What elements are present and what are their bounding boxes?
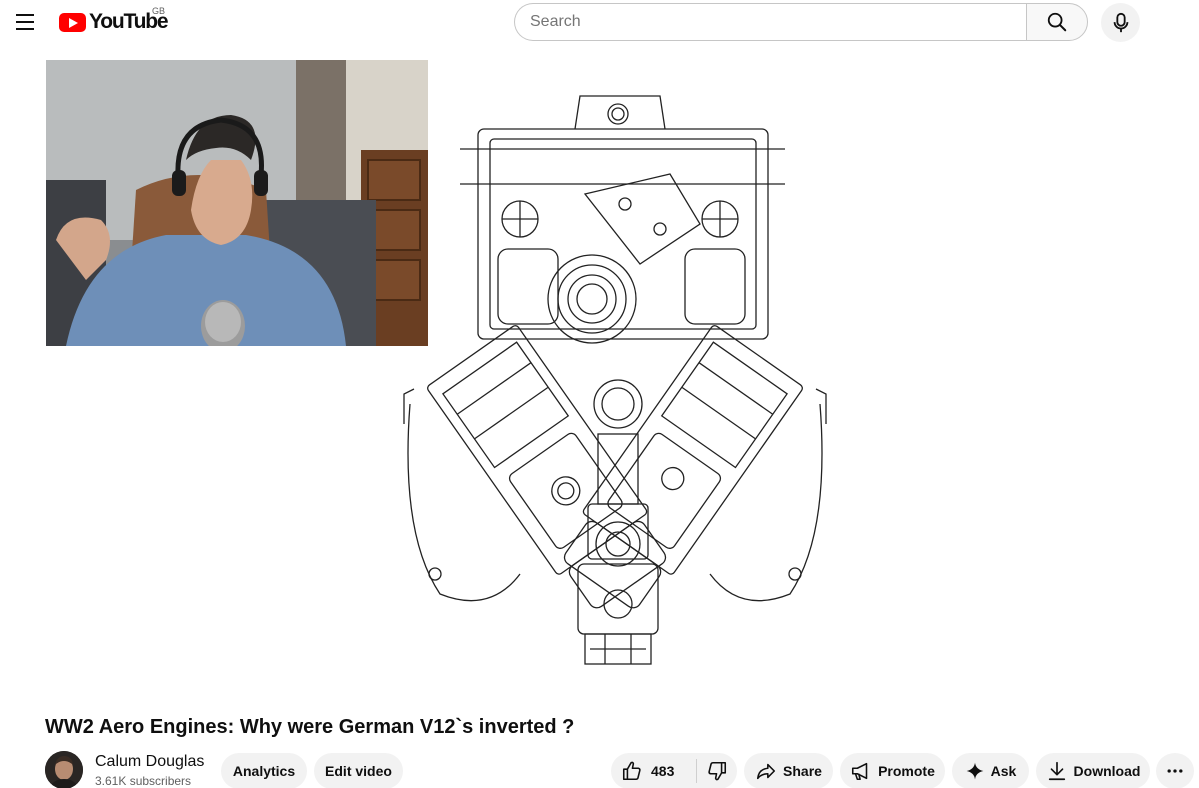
like-dislike-group: 483 xyxy=(611,753,737,788)
share-button[interactable]: Share xyxy=(744,753,833,788)
more-actions-button[interactable] xyxy=(1156,753,1194,788)
channel-name[interactable]: Calum Douglas xyxy=(95,753,204,771)
video-title: WW2 Aero Engines: Why were German V12`s … xyxy=(45,716,575,738)
analytics-label: Analytics xyxy=(232,763,296,779)
share-arrow-icon xyxy=(757,763,776,780)
search-input[interactable] xyxy=(530,13,1027,31)
subscriber-count: 3.61K subscribers xyxy=(95,774,192,788)
search-box xyxy=(514,3,1027,41)
promote-button[interactable]: Promote xyxy=(840,753,945,788)
channel-avatar[interactable] xyxy=(45,751,83,788)
share-label: Share xyxy=(783,763,822,779)
download-label: Download xyxy=(1073,763,1141,779)
ask-button[interactable]: Ask xyxy=(952,753,1029,788)
dislike-button[interactable] xyxy=(697,753,737,788)
search-button[interactable] xyxy=(1026,3,1088,41)
edit-video-label: Edit video xyxy=(325,763,392,779)
thumbs-up-icon xyxy=(622,761,641,781)
country-code: GB xyxy=(152,6,166,16)
avatar-image xyxy=(45,751,83,788)
ask-label: Ask xyxy=(990,763,1017,779)
sparkle-icon xyxy=(966,762,983,780)
more-horizontal-icon xyxy=(1167,769,1183,773)
youtube-play-icon xyxy=(59,12,86,32)
webcam-inset xyxy=(46,60,428,346)
analytics-button[interactable]: Analytics xyxy=(221,753,307,788)
voice-search-button[interactable] xyxy=(1101,3,1140,42)
masthead: YouTube GB xyxy=(0,0,1199,44)
video-player[interactable] xyxy=(0,44,1199,704)
hamburger-menu-icon[interactable] xyxy=(13,10,37,34)
download-icon xyxy=(1048,761,1065,781)
microphone-icon xyxy=(1113,12,1128,32)
engine-cross-section-drawing xyxy=(380,74,850,674)
download-button[interactable]: Download xyxy=(1036,753,1150,788)
search-icon xyxy=(1047,12,1067,32)
megaphone-icon xyxy=(852,762,868,781)
like-button[interactable]: 483 xyxy=(611,753,696,788)
like-count: 483 xyxy=(651,763,675,779)
edit-video-button[interactable]: Edit video xyxy=(314,753,403,788)
webcam-frame xyxy=(46,60,428,346)
thumbs-down-icon xyxy=(708,761,727,781)
promote-label: Promote xyxy=(878,763,935,779)
